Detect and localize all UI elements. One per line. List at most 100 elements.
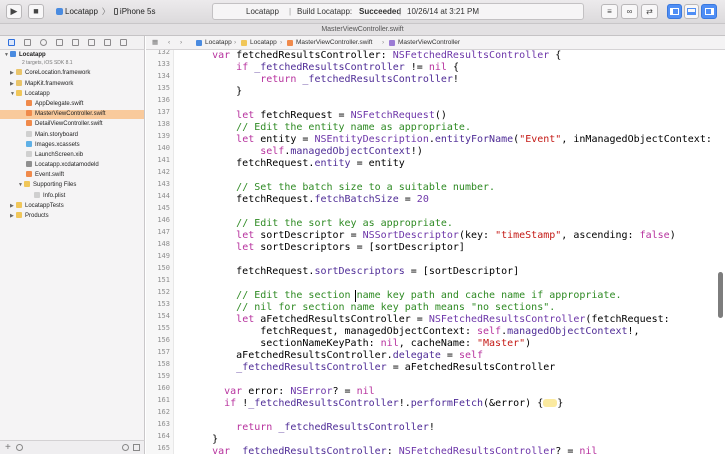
build-status-prefix: Build Locatapp: <box>297 7 353 16</box>
add-icon[interactable]: + <box>5 441 11 454</box>
navigator-filter-bar: + <box>0 440 145 454</box>
code-line: if _fetchedResultsController != nil { <box>236 62 459 73</box>
vertical-scrollbar-thumb[interactable] <box>718 272 723 318</box>
back-icon[interactable]: ‹ <box>168 36 170 49</box>
source-editor[interactable]: 132 133 134 135 136 137 138 139 140 141 142 143 144 1… <box>146 50 725 454</box>
code-line: let aFetchedResultsController = NSFetche… <box>236 314 670 325</box>
code-line: // Edit the sort key as appropriate. <box>236 218 453 229</box>
nav-project[interactable]: ▼ Locatapp <box>4 51 46 60</box>
jump-item[interactable]: Locatapp <box>250 36 277 49</box>
nav-item-selected[interactable]: MasterViewController.swift <box>26 110 106 119</box>
activity-separator: | <box>289 7 292 16</box>
code-line: // Edit the section name key path and ca… <box>236 290 622 301</box>
swift-file-icon <box>26 110 32 117</box>
line-number: 162 <box>157 408 170 416</box>
line-number: 157 <box>157 348 170 356</box>
nav-item[interactable]: ▶ Products <box>10 212 49 221</box>
code-line: if !_fetchedResultsController!.performFe… <box>224 398 564 409</box>
recent-icon[interactable] <box>122 444 129 451</box>
code-line: let entity = NSEntityDescription.entityF… <box>236 134 712 145</box>
nav-item[interactable]: LaunchScreen.xib <box>26 151 83 160</box>
line-number: 164 <box>157 432 170 440</box>
code-line: self.managedObjectContext!) <box>260 146 423 157</box>
folder-icon <box>24 181 30 188</box>
run-button[interactable]: ▶ <box>6 4 22 19</box>
code-line: let fetchRequest = NSFetchRequest() <box>236 110 447 121</box>
folded-code-icon[interactable] <box>543 399 558 407</box>
toggle-utilities-button[interactable] <box>701 4 717 19</box>
line-number: 158 <box>157 360 170 368</box>
xib-icon <box>26 151 32 158</box>
line-number: 156 <box>157 336 170 344</box>
stop-button[interactable]: ■ <box>28 4 44 19</box>
swift-file-icon <box>287 40 293 46</box>
nav-item[interactable]: Main.storyboard <box>26 131 78 140</box>
folder-icon[interactable] <box>8 39 15 46</box>
link-rings-icon: ∞ <box>626 7 633 16</box>
line-number: 159 <box>157 372 170 380</box>
toggle-debug-area-button[interactable] <box>684 4 699 19</box>
line-number: 163 <box>157 420 170 428</box>
filter-icon[interactable] <box>16 444 23 451</box>
line-number: 155 <box>157 324 170 332</box>
related-items-icon[interactable]: ▦ <box>152 36 158 49</box>
nav-item[interactable]: AppDelegate.swift <box>26 100 83 109</box>
nav-item[interactable]: ▼ Supporting Files <box>18 181 76 190</box>
nav-item-label: Locatapp <box>25 91 50 97</box>
nav-item-label: LaunchScreen.xib <box>35 152 84 158</box>
chevron-right-icon: › <box>280 39 283 46</box>
jump-item[interactable]: MasterViewController <box>398 36 460 49</box>
nav-item-label: DetailViewController.swift <box>35 121 103 127</box>
line-number: 132 <box>157 50 170 56</box>
breakpoint-icon[interactable] <box>104 39 111 46</box>
code-line: // nil for section name key path means "… <box>236 302 556 313</box>
tab-mastervc[interactable]: MasterViewController.swift <box>321 26 403 33</box>
line-number: 149 <box>157 252 170 260</box>
line-number: 154 <box>157 312 170 320</box>
nav-item-label: MasterViewController.swift <box>35 111 106 117</box>
nav-item[interactable]: DetailViewController.swift <box>26 120 103 129</box>
nav-item-label: AppDelegate.swift <box>35 101 84 107</box>
data-model-icon <box>26 161 32 168</box>
code-line: fetchRequest, managedObjectContext: self… <box>188 326 640 337</box>
code-line: return _fetchedResultsController! <box>260 74 459 85</box>
nav-item[interactable]: ▶ CoreLocation.framework <box>10 69 90 78</box>
nav-item-label: Images.xcassets <box>35 142 80 148</box>
nav-item[interactable]: Locatapp.xcdatamodeld <box>26 161 99 170</box>
nav-item[interactable]: Info.plist <box>34 192 65 201</box>
app-icon <box>56 8 63 16</box>
code-line: return _fetchedResultsController! <box>236 422 435 433</box>
nav-item-label: Supporting Files <box>33 182 77 188</box>
line-number: 152 <box>157 288 170 296</box>
symbol-icon[interactable] <box>24 39 31 46</box>
line-number: 138 <box>157 120 170 128</box>
chevron-right-icon: › <box>382 39 385 46</box>
debug-icon[interactable] <box>88 39 95 46</box>
right-panel-icon <box>704 8 714 16</box>
report-icon[interactable] <box>120 39 127 46</box>
find-icon[interactable] <box>40 39 47 46</box>
toggle-navigator-button[interactable] <box>667 4 682 19</box>
forward-icon[interactable]: › <box>180 36 182 49</box>
swift-file-icon <box>26 120 32 127</box>
nav-item[interactable]: ▶ LocatappTests <box>10 202 64 211</box>
standard-editor-button[interactable]: ≡ <box>601 4 618 19</box>
jump-item[interactable]: MasterViewController.swift <box>296 36 372 49</box>
version-editor-button[interactable]: ⇄ <box>641 4 658 19</box>
code-line: } <box>188 434 219 445</box>
nav-item[interactable]: Event.swift <box>26 171 64 180</box>
nav-item-label: Info.plist <box>43 193 66 199</box>
line-number: 136 <box>157 96 170 104</box>
nav-item[interactable]: Images.xcassets <box>26 141 80 150</box>
nav-item[interactable]: ▶ MapKit.framework <box>10 80 73 89</box>
test-icon[interactable] <box>72 39 79 46</box>
assistant-editor-button[interactable]: ∞ <box>621 4 638 19</box>
stop-icon: ■ <box>33 6 39 16</box>
scm-status-icon[interactable] <box>133 444 140 451</box>
nav-item-label: Products <box>25 213 49 219</box>
jump-item[interactable]: Locatapp <box>205 36 232 49</box>
scheme-selector[interactable]: Locatapp 〉 iPhone 5s <box>56 4 156 19</box>
warning-icon[interactable] <box>56 39 63 46</box>
line-number: 141 <box>157 156 170 164</box>
nav-item[interactable]: ▼ Locatapp <box>10 90 50 99</box>
